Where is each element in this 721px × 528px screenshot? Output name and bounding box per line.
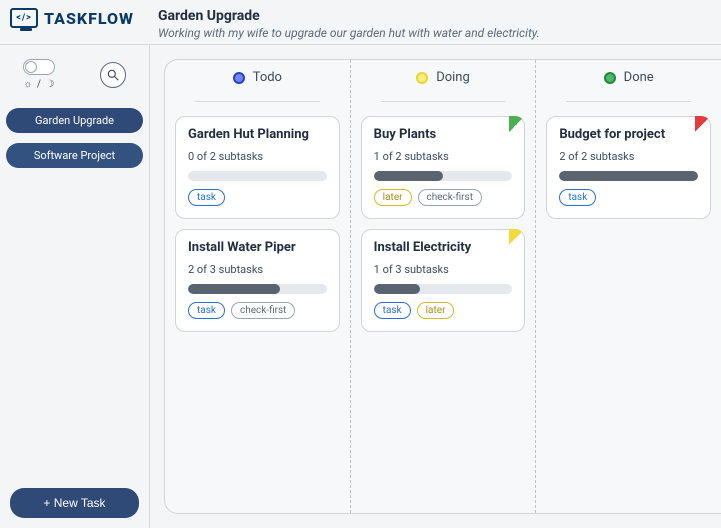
column-title: Done [624,70,654,85]
card-title: Buy Plants [374,127,513,142]
search-icon [106,68,120,82]
task-card[interactable]: Budget for project 2 of 2 subtasks task [546,116,711,219]
tag-task[interactable]: task [188,302,225,319]
task-card[interactable]: Buy Plants 1 of 2 subtasks later check-firs… [361,116,526,219]
new-task-button[interactable]: + New Task [10,488,139,518]
column-done: Done Budget for project 2 of 2 subtasks tas… [536,60,721,513]
progress-bar [188,171,327,181]
task-card[interactable]: Garden Hut Planning 0 of 2 subtasks task [175,116,340,219]
progress-bar [374,171,513,181]
progress-bar [374,284,513,294]
progress-bar [188,284,327,294]
status-dot-done [604,72,616,84]
sidebar: ☼ / ☽ Garden Upgrade Software Project + N… [0,45,150,528]
column-todo: Todo Garden Hut Planning 0 of 2 subtasks ta… [165,60,351,513]
theme-label: ☼ / ☽ [23,79,55,90]
brand-text: TASKFLOW [44,9,134,28]
tag-later[interactable]: later [374,189,412,206]
column-doing: Doing Buy Plants 1 of 2 subtasks later check… [351,60,537,513]
card-subtasks-label: 2 of 3 subtasks [188,263,327,276]
card-subtasks-label: 1 of 3 subtasks [374,263,513,276]
sidebar-project-garden-upgrade[interactable]: Garden Upgrade [6,108,143,133]
tag-task[interactable]: task [188,189,225,206]
status-dot-doing [416,72,428,84]
sidebar-project-software-project[interactable]: Software Project [6,143,143,168]
card-subtasks-label: 2 of 2 subtasks [559,150,698,163]
tag-later[interactable]: later [417,302,455,319]
column-title: Doing [436,70,470,85]
column-title: Todo [253,70,282,85]
search-button[interactable] [100,62,126,88]
theme-toggle[interactable] [23,59,55,75]
priority-corner-icon [695,116,711,132]
card-title: Install Water Piper [188,240,327,255]
page-title: Garden Upgrade [158,8,711,24]
tag-task[interactable]: task [559,189,596,206]
page-subtitle: Working with my wife to upgrade our gard… [158,26,711,40]
tag-check-first[interactable]: check-first [231,302,295,319]
tag-task[interactable]: task [374,302,411,319]
task-card[interactable]: Install Electricity 1 of 3 subtasks taskla… [361,229,526,332]
card-subtasks-label: 1 of 2 subtasks [374,150,513,163]
priority-corner-icon [509,116,525,132]
tag-check-first[interactable]: check-first [418,189,482,206]
kanban-board: Todo Garden Hut Planning 0 of 2 subtasks ta… [164,59,721,514]
card-title: Install Electricity [374,240,513,255]
card-title: Budget for project [559,127,698,142]
priority-corner-icon [509,229,525,245]
progress-bar [559,171,698,181]
logo-icon: </> [10,8,38,28]
app-logo: </> TASKFLOW [10,8,134,28]
task-card[interactable]: Install Water Piper 2 of 3 subtasks taskch… [175,229,340,332]
status-dot-todo [233,72,245,84]
card-subtasks-label: 0 of 2 subtasks [188,150,327,163]
card-title: Garden Hut Planning [188,127,327,142]
